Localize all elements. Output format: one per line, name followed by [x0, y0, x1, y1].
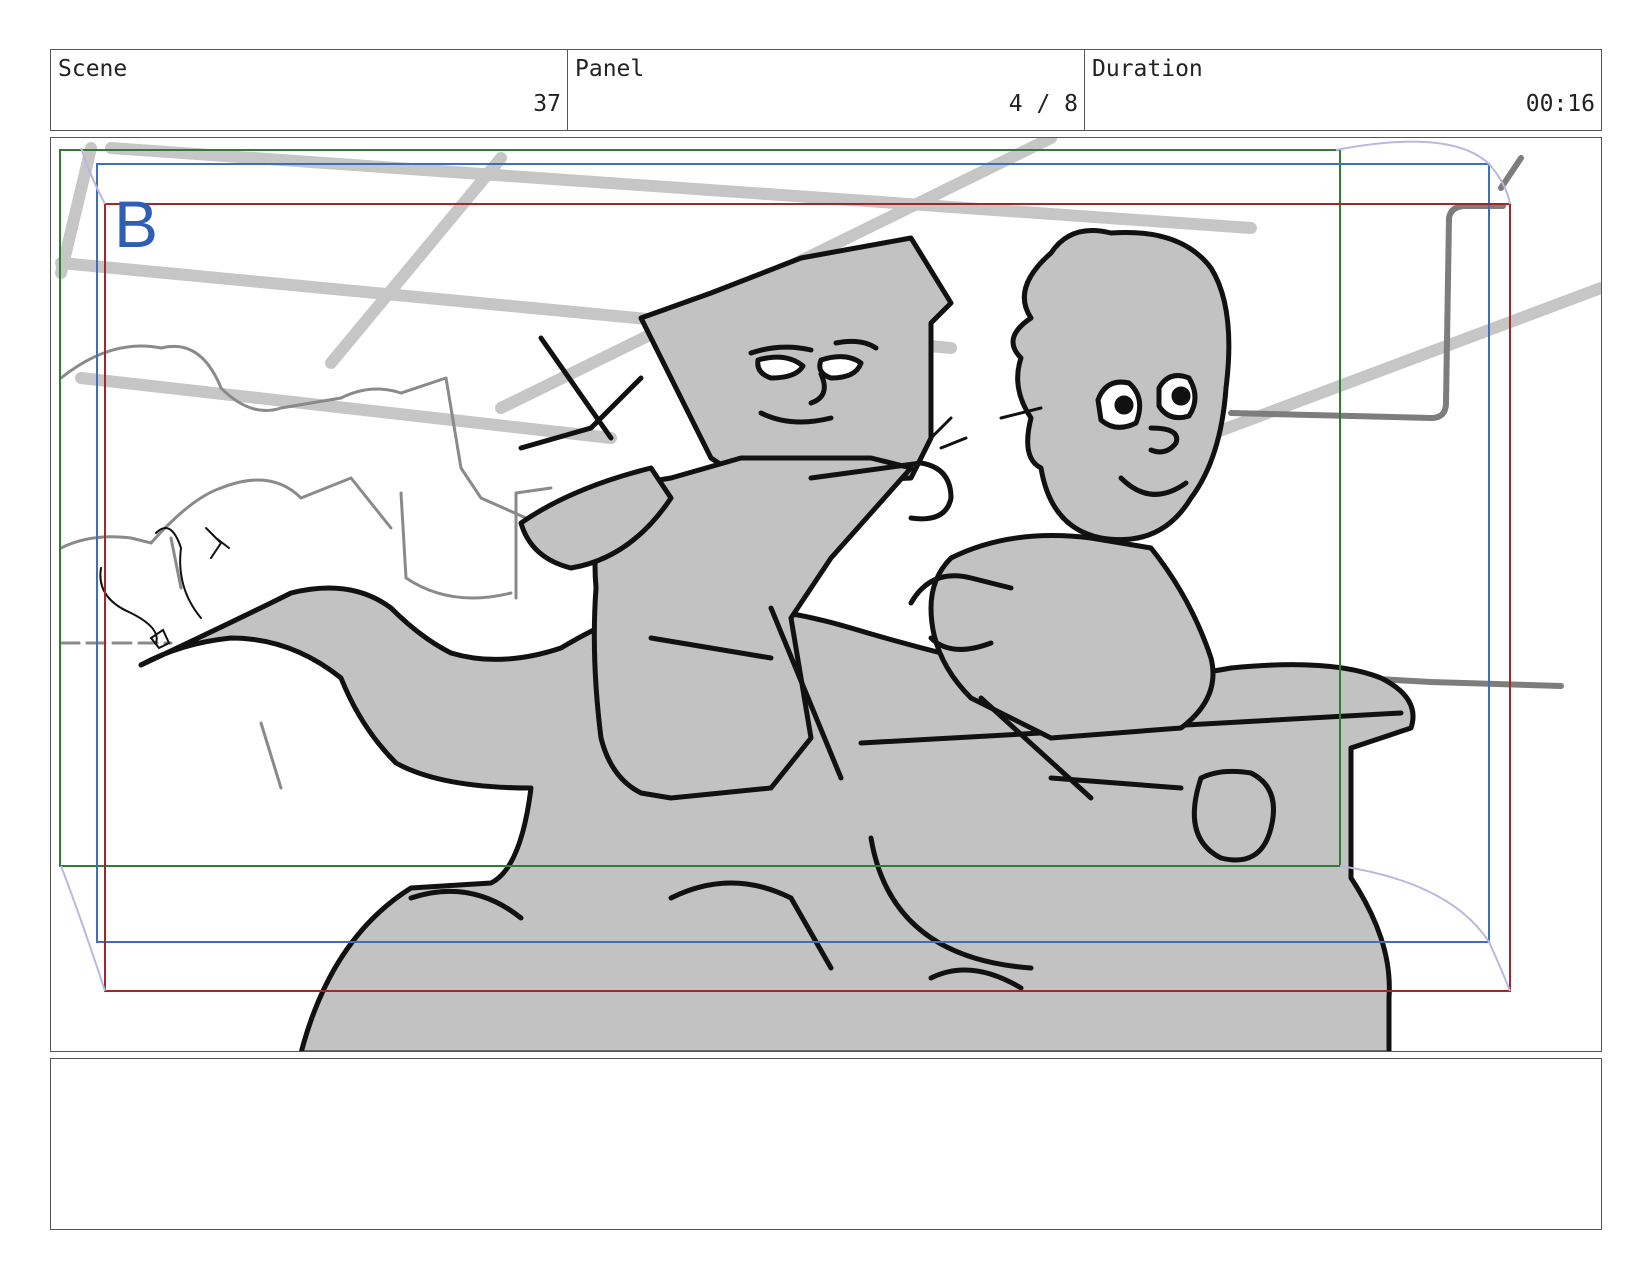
storyboard-frame: B	[50, 137, 1602, 1052]
panel-cell: Panel 4 / 8	[568, 50, 1085, 130]
duration-label: Duration	[1092, 56, 1203, 82]
panel-letter: B	[114, 187, 159, 261]
background-pipe	[1228, 155, 1564, 689]
panel-value: 4 / 8	[1008, 91, 1078, 117]
panel-label: Panel	[575, 56, 645, 82]
duration-value: 00:16	[1525, 91, 1595, 117]
notes-box	[50, 1058, 1602, 1230]
duration-cell: Duration 00:16	[1085, 50, 1601, 130]
storyboard-sketch	[55, 138, 1601, 1051]
scene-label: Scene	[58, 56, 128, 82]
scene-cell: Scene 37	[51, 50, 568, 130]
panel-header: Scene 37 Panel 4 / 8 Duration 00:16	[50, 49, 1602, 131]
scene-value: 37	[533, 91, 561, 117]
